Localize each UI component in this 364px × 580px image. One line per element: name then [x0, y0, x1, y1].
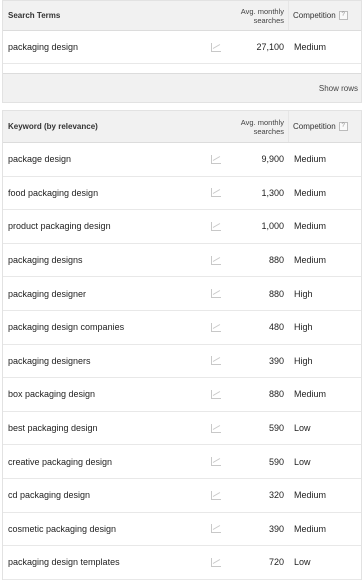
- table-row[interactable]: packaging designers 390 High: [3, 345, 361, 379]
- avg-monthly-searches: 1,000: [261, 221, 284, 232]
- competition-value: Medium: [294, 389, 327, 400]
- trend-chart-icon[interactable]: [205, 345, 227, 378]
- avg-monthly-searches: 590: [268, 456, 284, 467]
- trend-chart-icon[interactable]: [205, 210, 227, 243]
- table-row[interactable]: packaging designs 880 Medium: [3, 244, 361, 278]
- trend-chart-icon[interactable]: [205, 445, 227, 478]
- avg-monthly-searches: 880: [268, 389, 284, 400]
- competition-value: High: [294, 288, 313, 299]
- competition-value: Medium: [294, 42, 327, 52]
- table-row[interactable]: cd packaging design 320 Medium: [3, 479, 361, 513]
- column-header-avg-monthly-searches[interactable]: Avg. monthly searches: [205, 111, 288, 142]
- header-label-line1: Avg. monthly: [240, 117, 284, 127]
- avg-monthly-searches: 590: [268, 423, 284, 434]
- competition-value: Medium: [294, 154, 327, 165]
- keyword: packaging designs: [8, 255, 83, 266]
- keyword: packaging designer: [8, 288, 87, 299]
- competition-value: Low: [294, 456, 311, 467]
- avg-monthly-searches: 880: [268, 288, 284, 299]
- competition-value: High: [294, 355, 313, 366]
- keyword: packaging design companies: [8, 322, 125, 333]
- trend-chart-icon[interactable]: [205, 412, 227, 445]
- table-row[interactable]: box packaging design 880 Medium: [3, 378, 361, 412]
- avg-monthly-searches: 390: [268, 355, 284, 366]
- competition-value: Medium: [294, 255, 327, 266]
- competition-header-label: Competition: [293, 11, 336, 20]
- column-header-avg-monthly-searches[interactable]: Avg. monthly searches: [205, 1, 288, 30]
- table-row[interactable]: packaging design companies 480 High: [3, 311, 361, 345]
- competition-value: High: [294, 322, 313, 333]
- avg-monthly-searches: 880: [268, 255, 284, 266]
- table-row[interactable]: packaging design templates 720 Low: [3, 546, 361, 580]
- competition-value: Low: [294, 557, 311, 568]
- help-icon[interactable]: ?: [338, 11, 348, 20]
- avg-monthly-searches: 27,100: [256, 42, 284, 52]
- keyword: food packaging design: [8, 187, 99, 198]
- keyword-ideas-table: Keyword (by relevance) Avg. monthly sear…: [2, 110, 362, 580]
- column-header-search-terms[interactable]: Search Terms: [3, 1, 205, 30]
- trend-chart-icon[interactable]: [205, 31, 227, 63]
- table-row[interactable]: product packaging design 1,000 Medium: [3, 210, 361, 244]
- search-term: packaging design: [8, 42, 79, 52]
- trend-chart-icon[interactable]: [205, 546, 227, 579]
- column-header-keyword[interactable]: Keyword (by relevance): [3, 111, 205, 142]
- table-row[interactable]: creative packaging design 590 Low: [3, 445, 361, 479]
- search-terms-table: Search Terms Avg. monthly searches Compe…: [2, 0, 362, 103]
- keyword: package design: [8, 154, 72, 165]
- show-rows-bar: Show rows: [3, 73, 361, 102]
- table-row[interactable]: package design 9,900 Medium: [3, 143, 361, 177]
- search-terms-header: Search Terms Avg. monthly searches Compe…: [3, 1, 361, 31]
- trend-chart-icon[interactable]: [205, 277, 227, 310]
- trend-chart-icon[interactable]: [205, 378, 227, 411]
- keyword: packaging designers: [8, 355, 91, 366]
- avg-monthly-searches: 1,300: [261, 187, 284, 198]
- avg-monthly-searches: 390: [268, 523, 284, 534]
- table-row[interactable]: packaging design 27,100 Medium: [3, 31, 361, 64]
- keyword: creative packaging design: [8, 456, 113, 467]
- table-row[interactable]: food packaging design 1,300 Medium: [3, 177, 361, 211]
- competition-header-label: Competition: [293, 122, 336, 131]
- trend-chart-icon[interactable]: [205, 244, 227, 277]
- avg-monthly-searches: 320: [268, 490, 284, 501]
- column-header-competition[interactable]: Competition ?: [288, 111, 361, 142]
- help-icon[interactable]: ?: [338, 122, 348, 131]
- avg-monthly-searches: 720: [268, 557, 284, 568]
- trend-chart-icon[interactable]: [205, 311, 227, 344]
- header-label-line2: searches: [253, 15, 284, 25]
- trend-chart-icon[interactable]: [205, 143, 227, 176]
- trend-chart-icon[interactable]: [205, 479, 227, 512]
- keyword: packaging design templates: [8, 557, 120, 568]
- table-row[interactable]: packaging designer 880 High: [3, 277, 361, 311]
- table-row[interactable]: best packaging design 590 Low: [3, 412, 361, 446]
- trend-chart-icon[interactable]: [205, 177, 227, 210]
- competition-value: Medium: [294, 523, 327, 534]
- column-header-competition[interactable]: Competition ?: [288, 1, 361, 30]
- keyword-header: Keyword (by relevance) Avg. monthly sear…: [3, 111, 361, 143]
- competition-value: Low: [294, 423, 311, 434]
- header-label-line1: Avg. monthly: [240, 6, 284, 16]
- competition-value: Medium: [294, 187, 327, 198]
- show-rows-button[interactable]: Show rows: [319, 84, 361, 93]
- table-row[interactable]: cosmetic packaging design 390 Medium: [3, 513, 361, 547]
- avg-monthly-searches: 9,900: [261, 154, 284, 165]
- trend-chart-icon[interactable]: [205, 513, 227, 546]
- keyword: box packaging design: [8, 389, 96, 400]
- keyword: cosmetic packaging design: [8, 523, 117, 534]
- keyword: cd packaging design: [8, 490, 91, 501]
- keyword: best packaging design: [8, 423, 98, 434]
- keyword: product packaging design: [8, 221, 111, 232]
- keyword-rows: package design 9,900 Medium food packaging …: [3, 143, 361, 580]
- competition-value: Medium: [294, 221, 327, 232]
- competition-value: Medium: [294, 490, 327, 501]
- header-label-line2: searches: [253, 126, 284, 136]
- avg-monthly-searches: 480: [268, 322, 284, 333]
